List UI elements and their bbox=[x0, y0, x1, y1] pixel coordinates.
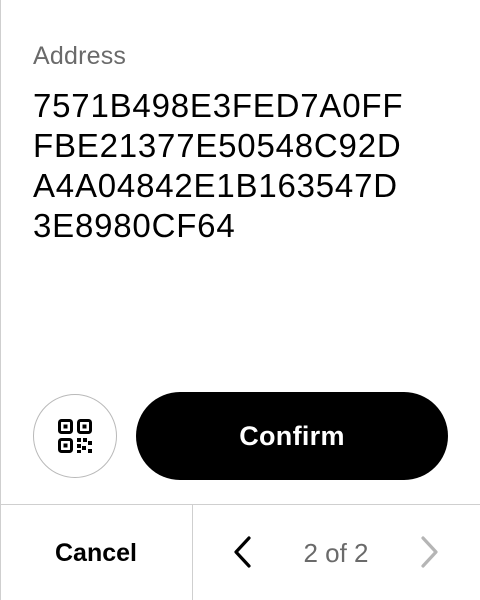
footer-divider bbox=[192, 505, 193, 600]
qr-code-icon bbox=[58, 419, 92, 453]
address-line: 3E8980CF64 bbox=[33, 207, 236, 244]
address-line: FBE21377E50548C92D bbox=[33, 127, 402, 164]
confirm-button[interactable]: Confirm bbox=[136, 392, 448, 480]
footer-bar: Cancel 2 of 2 bbox=[0, 504, 480, 600]
chevron-left-icon bbox=[234, 536, 251, 568]
show-qr-button[interactable] bbox=[33, 394, 117, 478]
address-line: A4A04842E1B163547D bbox=[33, 167, 398, 204]
address-value: 7571B498E3FED7A0FF FBE21377E50548C92D A4… bbox=[33, 86, 463, 246]
address-line: 7571B498E3FED7A0FF bbox=[33, 87, 404, 124]
previous-page-button[interactable] bbox=[222, 531, 264, 573]
address-label: Address bbox=[33, 42, 127, 70]
page-indicator: 2 of 2 bbox=[303, 537, 369, 568]
cancel-button[interactable]: Cancel bbox=[0, 505, 192, 600]
chevron-right-icon bbox=[421, 536, 438, 568]
next-page-button[interactable] bbox=[408, 531, 450, 573]
